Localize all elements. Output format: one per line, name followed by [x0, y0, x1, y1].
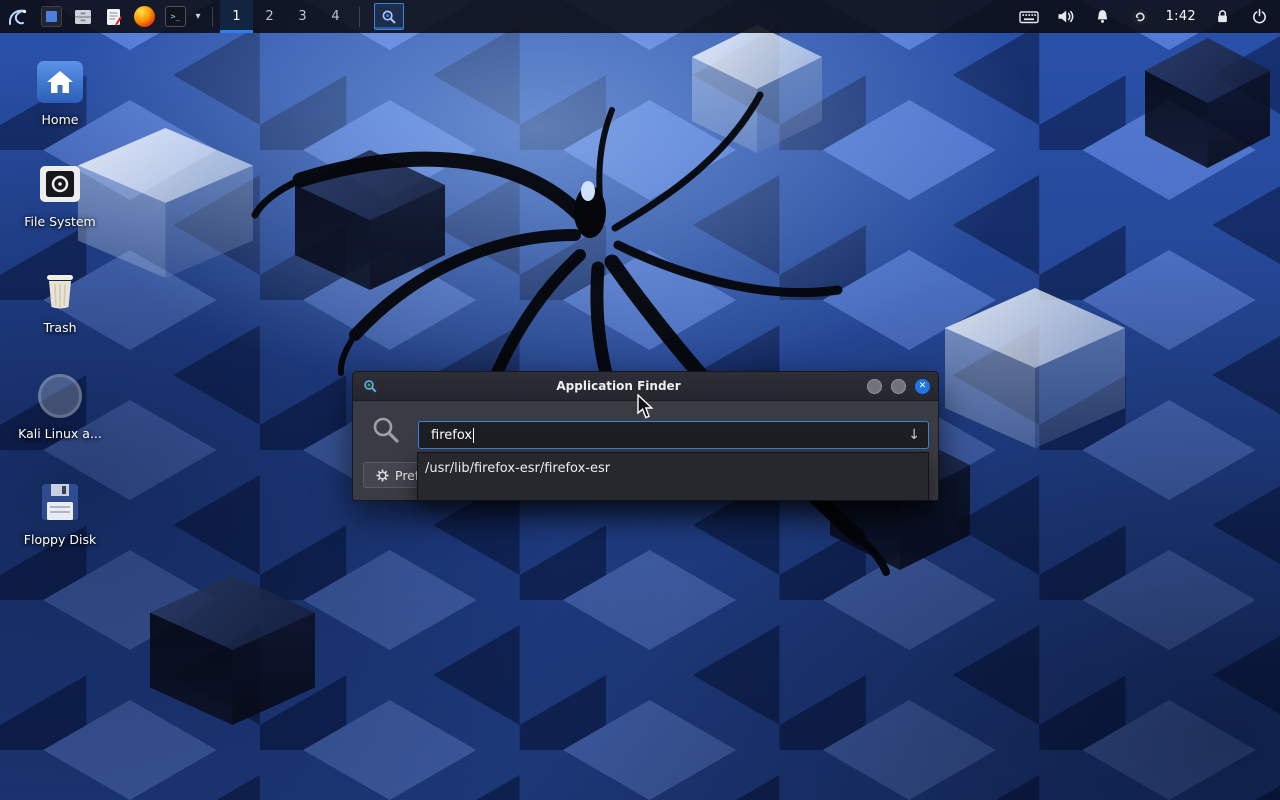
- kali-menu-button[interactable]: [0, 0, 36, 33]
- desktop-icon-label: Trash: [12, 320, 108, 335]
- desktop-icon-home[interactable]: Home: [12, 58, 108, 127]
- app-finder-panel-button[interactable]: [374, 3, 404, 30]
- status-tray-item[interactable]: [1129, 0, 1151, 33]
- desktop-icon-floppy-disk[interactable]: Floppy Disk: [12, 478, 108, 547]
- down-arrow-icon[interactable]: ↓: [908, 427, 920, 443]
- file-system-icon: [38, 162, 82, 206]
- workspace-2[interactable]: 2: [253, 0, 286, 33]
- launcher-file-manager[interactable]: [67, 0, 98, 33]
- launcher-terminal[interactable]: >_: [160, 0, 191, 33]
- panel-separator: [359, 7, 360, 27]
- minimize-button[interactable]: [867, 379, 882, 394]
- lock-screen-button[interactable]: [1211, 0, 1233, 33]
- desktop-icon-kali-docs[interactable]: Kali Linux a...: [12, 372, 108, 441]
- keyboard-indicator[interactable]: [1018, 0, 1040, 33]
- floppy-disk-icon: [38, 480, 82, 524]
- gear-icon: [376, 469, 389, 482]
- workspace-1[interactable]: 1: [220, 0, 253, 33]
- keyboard-icon: [1019, 9, 1039, 25]
- workspace-4[interactable]: 4: [319, 0, 352, 33]
- appfinder-window-icon: [363, 379, 378, 394]
- file-manager-icon: [73, 7, 93, 27]
- workspace-label: 2: [265, 9, 273, 24]
- search-icon: [381, 9, 397, 25]
- desktop-icon-label: Home: [12, 112, 108, 127]
- close-button[interactable]: ✕: [915, 379, 930, 394]
- kali-logo-icon: [6, 5, 30, 29]
- volume-control[interactable]: [1055, 0, 1077, 33]
- search-input-value: firefox: [431, 428, 472, 443]
- desktop-icon-label: Kali Linux a...: [12, 426, 108, 441]
- completion-item[interactable]: /usr/lib/firefox-esr/firefox-esr: [418, 453, 928, 484]
- workspace-label: 4: [331, 9, 339, 24]
- panel-separator: [212, 7, 213, 27]
- desktop-icon-trash[interactable]: Trash: [12, 266, 108, 335]
- window-title: Application Finder: [379, 379, 858, 393]
- launcher-firefox[interactable]: [129, 0, 160, 33]
- lock-icon: [1214, 8, 1231, 25]
- home-folder-icon: [37, 61, 83, 103]
- launcher-text-editor[interactable]: [98, 0, 129, 33]
- search-input[interactable]: firefox ↓: [418, 421, 929, 449]
- panel-clock[interactable]: 1:42: [1166, 9, 1196, 24]
- text-caret: [473, 428, 474, 443]
- workspace-label: 3: [298, 9, 306, 24]
- maximize-button[interactable]: [891, 379, 906, 394]
- search-icon: [371, 415, 401, 445]
- power-icon: [1251, 8, 1268, 25]
- launcher-window-manager[interactable]: [36, 0, 67, 33]
- mouse-cursor: [636, 394, 658, 420]
- firefox-icon: [134, 6, 155, 27]
- status-circle-icon: [1131, 8, 1149, 26]
- workspace-label: 1: [232, 9, 240, 24]
- kali-docs-icon: [38, 374, 82, 418]
- chevron-down-icon[interactable]: ▾: [191, 11, 205, 22]
- top-panel: >_ ▾ 1 2 3 4: [0, 0, 1280, 33]
- notifications[interactable]: [1092, 0, 1114, 33]
- text-editor-icon: [104, 7, 124, 27]
- bell-icon: [1094, 8, 1111, 25]
- desktop-icon-label: File System: [12, 214, 108, 229]
- volume-icon: [1056, 8, 1075, 25]
- completion-dropdown: /usr/lib/firefox-esr/firefox-esr: [417, 452, 929, 501]
- workspace-3[interactable]: 3: [286, 0, 319, 33]
- session-power-button[interactable]: [1248, 0, 1270, 33]
- terminal-icon: >_: [165, 6, 186, 27]
- window-manager-icon: [41, 6, 62, 27]
- desktop-icon-file-system[interactable]: File System: [12, 160, 108, 229]
- desktop-icon-label: Floppy Disk: [12, 532, 108, 547]
- trash-icon: [38, 268, 82, 312]
